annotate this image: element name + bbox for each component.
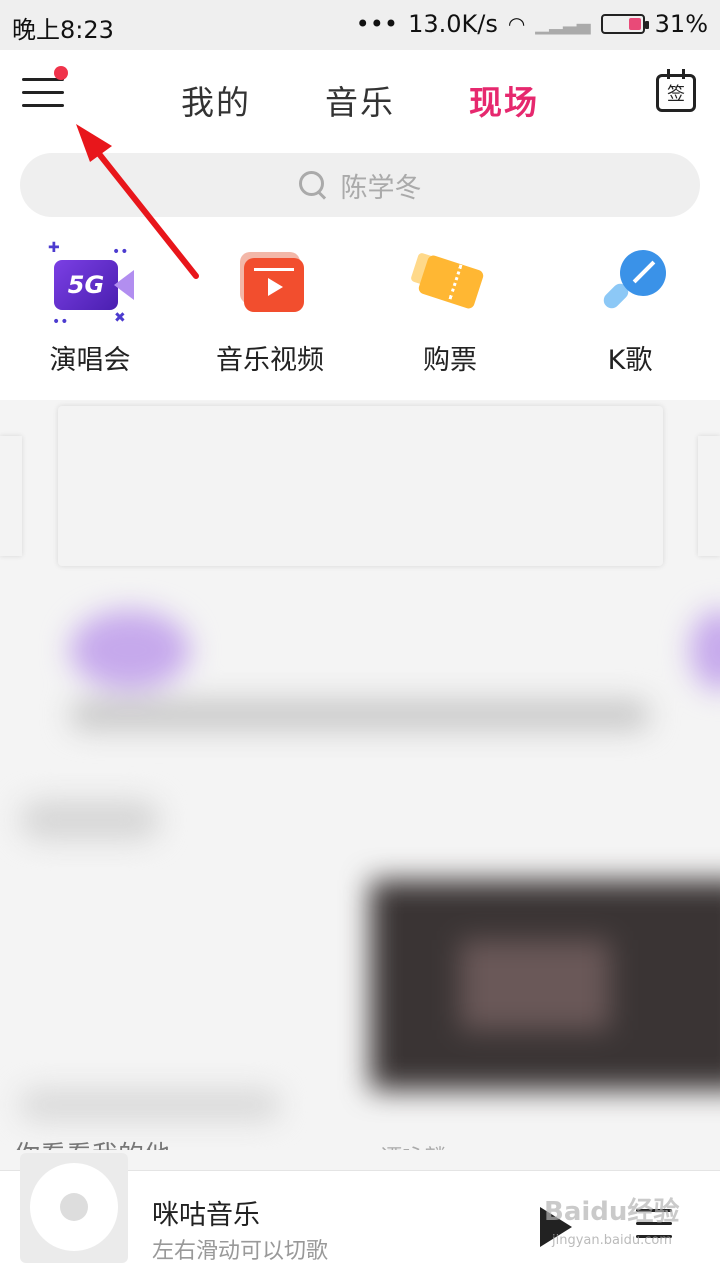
shortcut-concert[interactable]: ✚ •• ✖ •• 5G 演唱会 xyxy=(0,240,180,377)
battery-icon xyxy=(600,14,649,34)
status-bar: 晚上8:23 ••• 13.0K/s ◠ ▁▂▃▄ 31% xyxy=(0,0,720,50)
5g-camera-icon: ✚ •• ✖ •• 5G xyxy=(48,240,134,330)
5g-badge: 5G xyxy=(54,260,118,310)
shortcut-label: 演唱会 xyxy=(49,345,131,376)
video-play-icon xyxy=(228,240,312,324)
search-icon xyxy=(298,171,327,199)
sign-in-calendar-icon[interactable]: 签 xyxy=(656,69,696,112)
player-title: 咪咕音乐 xyxy=(152,1200,260,1231)
shortcut-karaoke[interactable]: K歌 xyxy=(540,240,720,377)
watermark-url: jingyan.baidu.com xyxy=(552,1233,672,1248)
more-dots-icon: ••• xyxy=(355,10,399,38)
shortcut-tickets[interactable]: 购票 xyxy=(360,240,540,377)
mini-player[interactable]: 咪咕音乐 左右滑动可以切歌 Baidu经验 jingyan.baidu.com xyxy=(0,1153,720,1280)
tab-live[interactable]: 现场 xyxy=(469,76,539,124)
ticket-icon xyxy=(408,240,492,324)
disc-icon xyxy=(30,1163,118,1251)
status-time: 晚上8:23 xyxy=(12,16,114,44)
shortcut-label: K歌 xyxy=(607,345,653,376)
shortcut-row: ✚ •• ✖ •• 5G 演唱会 音乐视频 购票 K歌 xyxy=(0,240,720,376)
watermark-logo: Baidu经验 xyxy=(544,1197,680,1227)
tab-mine[interactable]: 我的 xyxy=(181,76,251,124)
sign-label: 签 xyxy=(667,84,685,105)
blurred-region xyxy=(0,550,720,1150)
top-tabs: 我的 音乐 现场 xyxy=(0,76,720,126)
banner-next-peek xyxy=(698,436,720,556)
app-screen: 晚上8:23 ••• 13.0K/s ◠ ▁▂▃▄ 31% 我的 音乐 现场 签… xyxy=(0,0,720,1280)
content-feed: 你看看我的他 谭咏麟 xyxy=(0,400,720,1150)
net-speed: 13.0K/s xyxy=(408,10,498,38)
battery-percent: 31% xyxy=(654,10,708,38)
battery-fill xyxy=(629,18,641,30)
signal-icon: ▁▂▃▄ xyxy=(535,13,591,35)
list-item-artist: 谭咏麟 xyxy=(380,1140,446,1150)
header: 我的 音乐 现场 签 陈学冬 ✚ •• ✖ •• 5G 演唱会 音乐视频 购票 … xyxy=(0,50,720,400)
shortcut-music-video[interactable]: 音乐视频 xyxy=(180,240,360,377)
player-subtitle: 左右滑动可以切歌 xyxy=(152,1239,329,1264)
status-right: ••• 13.0K/s ◠ ▁▂▃▄ 31% xyxy=(356,10,708,38)
list-item-title: 你看看我的他 xyxy=(14,1135,170,1150)
search-bar[interactable]: 陈学冬 xyxy=(20,153,700,217)
banner-prev-peek xyxy=(0,436,22,556)
tab-music[interactable]: 音乐 xyxy=(325,76,395,124)
album-art[interactable] xyxy=(20,1153,128,1263)
banner-card[interactable] xyxy=(58,406,663,566)
shortcut-label: 音乐视频 xyxy=(216,345,324,376)
wifi-icon: ◠ xyxy=(507,12,526,36)
search-placeholder: 陈学冬 xyxy=(340,172,422,204)
microphone-icon xyxy=(588,240,672,324)
shortcut-label: 购票 xyxy=(423,345,477,376)
